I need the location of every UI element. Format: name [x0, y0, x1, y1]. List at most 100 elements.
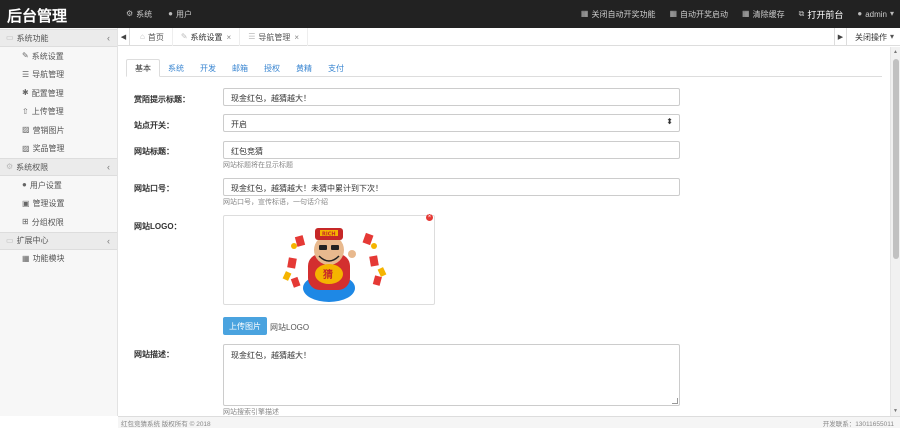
- tab-strip: ◀ ⌂ 首页 ✎ 系统设置 × ☰ 导航管理 × ▶ 关闭操作 ▾: [118, 28, 900, 46]
- sidebar-group-extensions[interactable]: ▭ 扩展中心 ‹: [0, 231, 117, 250]
- wrench-icon: ✎: [22, 51, 29, 61]
- settings-subtabs: 基本 系统 开发 邮箱 授权 黄精 支付: [126, 59, 882, 77]
- site-desc-label: 网站描述：: [134, 350, 174, 359]
- admin-user-menu[interactable]: ● admin ▾: [857, 10, 894, 19]
- tab-strip-right: ▶ 关闭操作 ▾: [833, 28, 900, 46]
- main-content: 基本 系统 开发 邮箱 授权 黄精 支付 赏陌提示标题： 现金红包，越猜越大！ …: [118, 47, 890, 416]
- upload-icon: ⇧: [22, 106, 29, 116]
- tab-home[interactable]: ⌂ 首页: [132, 28, 173, 46]
- sidebar-item-upload-management[interactable]: ⇧ 上传管理: [0, 103, 117, 122]
- user-icon: ●: [857, 9, 863, 18]
- sidebar-group-system[interactable]: ▭ 系统功能 ‹: [0, 29, 117, 47]
- disable-auto-draw-button[interactable]: ▦ 关闭自动开奖功能: [581, 9, 656, 20]
- wrench-icon: ✎: [180, 32, 188, 41]
- upload-image-button[interactable]: 上传图片: [223, 317, 267, 335]
- site-desc-textarea[interactable]: 现金红包，越猜越大！: [223, 344, 680, 406]
- tab-scroll-left-button[interactable]: ◀: [118, 28, 130, 46]
- resize-handle-icon[interactable]: [672, 398, 678, 404]
- scroll-down-icon[interactable]: ▼: [893, 408, 898, 414]
- top-bar: 后台管理 ⚙ 系统 ● 用户 ▦ 关闭自动开奖功能 ▦ 自动开奖启动 ▦ 清除缓存 ⧉ 打开…: [0, 0, 900, 28]
- external-icon: ⧉: [798, 9, 805, 18]
- sidebar-item-prize-management[interactable]: ▨ 奖品管理: [0, 140, 117, 159]
- share-title-label: 赏陌提示标题：: [134, 95, 190, 104]
- site-title-input[interactable]: 红包竞猜: [223, 141, 680, 159]
- grid-icon: ▦: [580, 9, 589, 18]
- user-icon: ●: [168, 9, 174, 18]
- svg-text:RICH: RICH: [322, 232, 336, 238]
- tab-scroll-right-button[interactable]: ▶: [833, 28, 846, 46]
- site-logo-label: 网站LOGO：: [134, 222, 182, 231]
- subtab-huangjing[interactable]: 黄精: [288, 59, 320, 77]
- top-nav-user[interactable]: ● 用户: [168, 9, 192, 20]
- folder-icon: ▭: [6, 33, 14, 42]
- top-nav: ⚙ 系统 ● 用户: [126, 0, 208, 28]
- cogs-icon: ✱: [22, 88, 29, 98]
- subtab-payment[interactable]: 支付: [320, 59, 352, 77]
- folder-icon: ▭: [6, 235, 14, 245]
- mascot-logo-image: RICH 猜: [282, 228, 387, 302]
- image-icon: ▨: [22, 125, 30, 135]
- site-desc-help: 网站搜索引擎描述: [223, 409, 279, 416]
- footer-contact: 开发联系：13011655011: [822, 420, 894, 428]
- logo-preview: RICH 猜: [223, 215, 435, 305]
- sitemap-icon: ⊞: [22, 217, 29, 227]
- subtab-email[interactable]: 邮箱: [224, 59, 256, 77]
- top-nav-system[interactable]: ⚙ 系统: [126, 9, 152, 20]
- upload-note: 网站LOGO: [270, 323, 310, 332]
- sidebar-item-nav-management[interactable]: ☰ 导航管理: [0, 66, 117, 85]
- svg-text:猜: 猜: [322, 268, 333, 281]
- image-icon: ▨: [22, 143, 30, 153]
- sidebar-item-config-management[interactable]: ✱ 配置管理: [0, 84, 117, 103]
- top-right-menu: ▦ 关闭自动开奖功能 ▦ 自动开奖启动 ▦ 清除缓存 ⧉ 打开前台 ● admin ▾: [567, 0, 894, 28]
- tab-system-settings[interactable]: ✎ 系统设置 ×: [173, 28, 241, 46]
- scroll-thumb[interactable]: [893, 59, 899, 259]
- lock-icon: ▣: [22, 198, 30, 208]
- god-of-wealth-figure: RICH 猜: [303, 228, 356, 302]
- scroll-up-icon[interactable]: ▲: [893, 49, 898, 55]
- subtab-develop[interactable]: 开发: [192, 59, 224, 77]
- footer-copyright: 红包竞猜系统 版权所有 © 2018: [121, 420, 211, 428]
- content-scrollbar[interactable]: ▲ ▼: [890, 47, 900, 416]
- sidebar-item-group-permissions[interactable]: ⊞ 分组权限: [0, 213, 117, 232]
- chevron-left-icon: ‹: [107, 235, 110, 246]
- sidebar-item-function-modules[interactable]: ▦ 功能模块: [0, 250, 117, 269]
- caret-down-icon: ▾: [889, 32, 894, 41]
- sidebar-item-user-settings[interactable]: ● 用户设置: [0, 176, 117, 195]
- grid-icon: ▦: [742, 9, 750, 18]
- enable-auto-draw-button[interactable]: ▦ 自动开奖启动: [669, 9, 728, 20]
- sidebar: ▭ 系统功能 ‹ ✎ 系统设置 ☰ 导航管理 ✱ 配置管理 ⇧ 上传管理 ▨ 营销图片 ▨ 奖品…: [0, 28, 118, 416]
- brand-title[interactable]: 后台管理: [7, 5, 67, 26]
- caret-down-icon: ▾: [889, 9, 894, 18]
- sidebar-item-admin-settings[interactable]: ▣ 管理设置: [0, 195, 117, 214]
- home-icon: ⌂: [140, 32, 145, 41]
- site-switch-label: 站点开关：: [134, 121, 174, 130]
- grid-icon: ▦: [669, 9, 678, 18]
- list-icon: ☰: [22, 69, 30, 79]
- footer: 红包竞猜系统 版权所有 © 2018 开发联系：13011655011: [118, 416, 900, 428]
- site-slogan-label: 网站口号：: [134, 184, 174, 193]
- page-tabs: ⌂ 首页 ✎ 系统设置 × ☰ 导航管理 ×: [132, 28, 309, 46]
- gear-icon: ⚙: [126, 9, 134, 18]
- open-frontend-link[interactable]: ⧉ 打开前台: [799, 8, 844, 21]
- tab-nav-management[interactable]: ☰ 导航管理 ×: [240, 28, 309, 46]
- close-icon[interactable]: ×: [294, 33, 299, 42]
- clear-cache-button[interactable]: ▦ 清除缓存: [742, 9, 785, 20]
- site-switch-select[interactable]: 开启 ⬍: [223, 114, 680, 132]
- close-operations-menu[interactable]: 关闭操作 ▾: [845, 28, 900, 46]
- share-title-input[interactable]: 现金红包，越猜越大！: [223, 88, 680, 106]
- close-icon[interactable]: ×: [227, 33, 232, 42]
- list-icon: ☰: [248, 32, 256, 41]
- subtab-authorize[interactable]: 授权: [256, 59, 288, 77]
- sidebar-group-permissions[interactable]: ⚙ 系统权限 ‹: [0, 158, 117, 176]
- subtab-system[interactable]: 系统: [160, 59, 192, 77]
- site-slogan-input[interactable]: 现金红包，越猜越大！未猜中累计到下次！: [223, 178, 680, 196]
- subtab-basic[interactable]: 基本: [126, 59, 160, 77]
- site-slogan-help: 网站口号，宣传标语，一句话介绍: [223, 199, 328, 206]
- delete-logo-button[interactable]: ×: [426, 214, 433, 221]
- chevron-left-icon: ‹: [107, 162, 110, 172]
- user-icon: ●: [22, 180, 27, 190]
- sidebar-item-marketing-images[interactable]: ▨ 营销图片: [0, 121, 117, 140]
- site-title-help: 网站标题将在显示标题: [223, 162, 293, 169]
- sidebar-item-system-settings[interactable]: ✎ 系统设置: [0, 47, 117, 66]
- gear-icon: ⚙: [6, 162, 14, 171]
